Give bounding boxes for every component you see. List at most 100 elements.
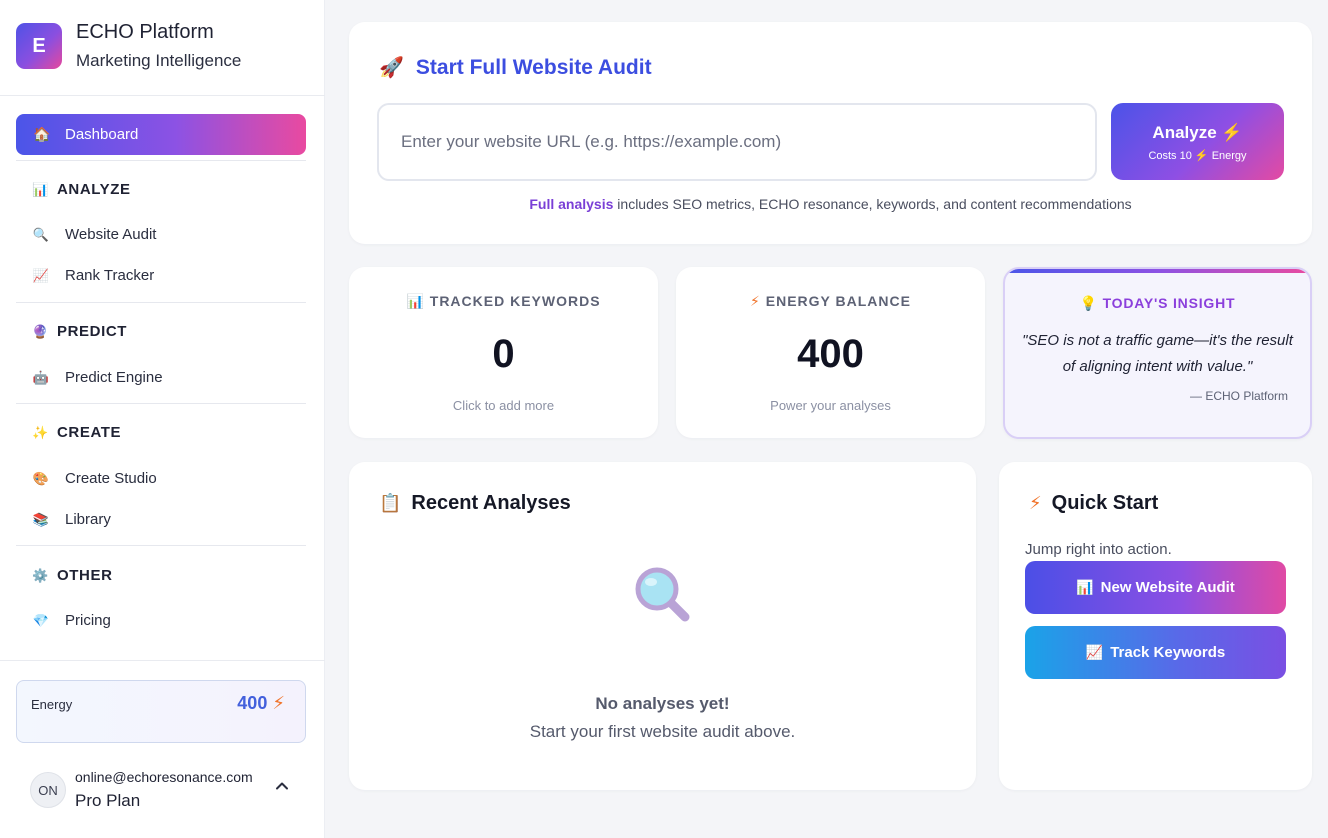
stat-subtext: Click to add more — [452, 398, 555, 413]
sidebar-item-label: Website Audit — [65, 226, 157, 243]
sparkles-icon: ✨ — [32, 424, 49, 440]
lightning-icon: ⚡ — [1029, 493, 1042, 513]
crystal-ball-icon: 🔮 — [32, 323, 49, 339]
stat-subtext: Power your analyses — [770, 398, 891, 413]
audit-title: 🚀 Start Full Website Audit — [379, 55, 652, 80]
sidebar-item-dashboard[interactable]: 🏠 Dashboard — [16, 114, 306, 155]
sidebar-item-predict-engine[interactable]: 🤖 Predict Engine — [32, 369, 163, 386]
energy-balance-card: ⚡ ENERGY BALANCE 400 Power your analyses — [676, 267, 985, 438]
section-title: PREDICT — [57, 323, 128, 340]
energy-balance-value: 400 — [797, 332, 864, 376]
palette-icon: 🎨 — [32, 470, 50, 486]
insight-accent-bar — [1005, 269, 1310, 273]
audit-card: 🚀 Start Full Website Audit Analyze ⚡ Cos… — [349, 22, 1312, 244]
quick-start-card: ⚡ Quick Start Jump right into action. 📊 … — [999, 462, 1312, 790]
sidebar-item-label: Dashboard — [65, 126, 139, 143]
sidebar-item-rank-tracker[interactable]: 📈 Rank Tracker — [32, 267, 154, 284]
brand-name: ECHO Platform — [76, 21, 214, 43]
chevron-up-icon[interactable] — [274, 778, 290, 799]
gear-icon: ⚙️ — [32, 567, 49, 583]
track-keywords-button[interactable]: 📈 Track Keywords — [1025, 626, 1286, 679]
user-plan: Pro Plan — [75, 791, 141, 810]
brand-subtitle: Marketing Intelligence — [76, 51, 242, 70]
sidebar-item-label: Rank Tracker — [65, 267, 155, 284]
rocket-icon: 🚀 — [379, 57, 404, 79]
sidebar-item-label: Create Studio — [65, 470, 157, 487]
quick-start-title: ⚡ Quick Start — [1029, 492, 1158, 515]
new-website-audit-button[interactable]: 📊 New Website Audit — [1025, 561, 1286, 614]
analyze-label: Analyze — [1152, 123, 1217, 142]
magnifier-icon: 🔍 — [32, 226, 50, 242]
insight-heading: 💡 TODAY'S INSIGHT — [1079, 295, 1236, 311]
divider — [16, 403, 306, 404]
avatar: ON — [30, 772, 66, 808]
sidebar-item-label: Pricing — [65, 612, 111, 629]
section-other: ⚙️ OTHER — [32, 567, 113, 584]
divider — [16, 302, 306, 303]
lightning-icon: ⚡ — [272, 693, 285, 713]
stat-heading: 📊 TRACKED KEYWORDS — [406, 293, 601, 309]
sidebar-item-create-studio[interactable]: 🎨 Create Studio — [32, 470, 157, 487]
sidebar-divider — [0, 660, 325, 661]
section-create: ✨ CREATE — [32, 424, 121, 441]
user-email: online@echoresonance.com — [75, 769, 253, 785]
stat-heading: ⚡ ENERGY BALANCE — [750, 293, 911, 309]
insight-card: 💡 TODAY'S INSIGHT "SEO is not a traffic … — [1003, 267, 1312, 439]
cost-prefix: Costs 10 — [1148, 150, 1192, 162]
diamond-icon: 💎 — [32, 612, 50, 628]
section-predict: 🔮 PREDICT — [32, 323, 127, 340]
magnifier-icon — [633, 565, 693, 625]
lightning-icon: ⚡ — [1221, 123, 1243, 142]
audit-title-text: Start Full Website Audit — [415, 55, 652, 79]
clipboard-icon: 📋 — [379, 493, 402, 513]
sidebar-item-label: Library — [65, 511, 111, 528]
quick-start-subtitle: Jump right into action. — [1025, 541, 1172, 558]
sidebar-item-library[interactable]: 📚 Library — [32, 511, 111, 528]
trend-up-icon: 📈 — [32, 267, 50, 283]
tracked-keywords-card[interactable]: 📊 TRACKED KEYWORDS 0 Click to add more — [349, 267, 658, 438]
section-title: OTHER — [57, 567, 113, 584]
analyze-button[interactable]: Analyze ⚡ Costs 10 ⚡ Energy — [1111, 103, 1284, 180]
section-title: ANALYZE — [57, 181, 131, 198]
energy-label: Energy — [31, 697, 73, 712]
section-analyze: 📊 ANALYZE — [32, 181, 131, 198]
divider — [16, 545, 306, 546]
sidebar-item-pricing[interactable]: 💎 Pricing — [32, 612, 111, 629]
section-title: CREATE — [57, 424, 122, 441]
bar-chart-icon: 📊 — [1076, 579, 1094, 595]
sidebar-item-label: Predict Engine — [65, 369, 163, 386]
audit-note-text: includes SEO metrics, ECHO resonance, ke… — [613, 196, 1132, 212]
url-input[interactable] — [377, 103, 1097, 181]
audit-note: Full analysis includes SEO metrics, ECHO… — [349, 196, 1312, 212]
robot-icon: 🤖 — [32, 369, 50, 385]
insight-quote: "SEO is not a traffic game—it's the resu… — [1022, 332, 1293, 375]
sidebar-divider — [0, 95, 325, 96]
brand-logo: E — [16, 23, 62, 69]
trend-up-icon: 📈 — [1085, 644, 1104, 660]
bar-chart-icon: 📊 — [406, 293, 425, 309]
user-menu[interactable]: ON online@echoresonance.com Pro Plan — [30, 768, 300, 818]
energy-widget[interactable]: Energy 400 ⚡ — [16, 680, 306, 743]
insight-author: — ECHO Platform — [1189, 389, 1288, 403]
energy-value: 400 ⚡ — [237, 693, 285, 713]
bar-chart-icon: 📊 — [32, 181, 49, 197]
books-icon: 📚 — [32, 511, 50, 527]
tracked-keywords-value: 0 — [492, 332, 515, 376]
recent-analyses-title: 📋 Recent Analyses — [379, 492, 571, 515]
card-title-text: Quick Start — [1051, 492, 1159, 514]
lightning-icon: ⚡ — [1194, 150, 1209, 162]
empty-state-title: No analyses yet! — [595, 694, 730, 713]
brand[interactable]: E ECHO Platform Marketing Intelligence — [16, 21, 242, 71]
recent-analyses-card: 📋 Recent Analyses No analyses yet! Start… — [349, 462, 976, 790]
card-title-text: Recent Analyses — [411, 492, 571, 514]
house-icon: 🏠 — [33, 126, 51, 142]
divider — [16, 160, 306, 161]
sidebar: E ECHO Platform Marketing Intelligence 🏠… — [0, 0, 325, 838]
button-label: Track Keywords — [1110, 644, 1226, 661]
lightning-icon: ⚡ — [750, 293, 761, 309]
audit-note-highlight: Full analysis — [529, 196, 614, 212]
sidebar-item-website-audit[interactable]: 🔍 Website Audit — [32, 226, 157, 243]
cost-suffix: Energy — [1211, 150, 1247, 162]
lightbulb-icon: 💡 — [1079, 295, 1098, 311]
button-label: New Website Audit — [1100, 579, 1235, 596]
